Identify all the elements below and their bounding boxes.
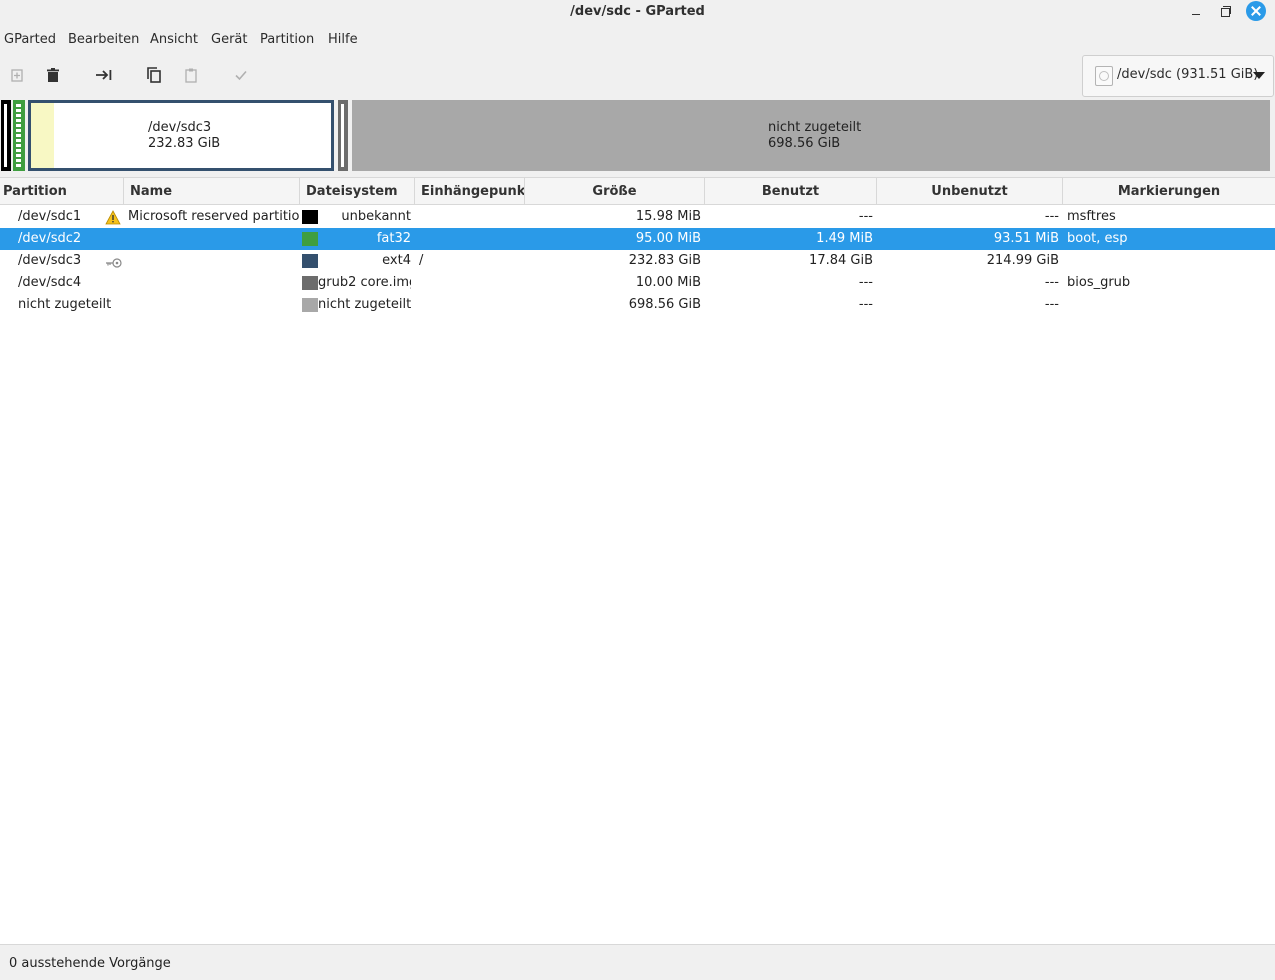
diskmap-segment-sdc1[interactable] [1,100,11,171]
status-bar: 0 ausstehende Vorgänge [0,944,1275,980]
mountpoint-cell [419,228,519,250]
column-partition[interactable]: Partition [0,178,124,205]
title-bar: /dev/sdc - GParted [0,0,1275,26]
filesystem-color-swatch [302,298,318,312]
name-cell [128,250,300,272]
used-space-fill [31,103,54,168]
diskmap-segment-sdc3[interactable]: /dev/sdc3 232.83 GiB [28,100,334,171]
table-header: Partition Name Dateisystem Einhängepunkt… [0,177,1275,205]
segment-size: 698.56 GiB [768,136,841,151]
flags-cell: bios_grub [1067,275,1131,290]
mountpoint-cell [419,206,519,228]
partition-cell: /dev/sdc2 [18,231,82,246]
column-flags[interactable]: Markierungen [1063,178,1275,205]
name-cell [128,294,300,316]
flags-cell: boot, esp [1067,231,1128,246]
column-size[interactable]: Größe [525,178,705,205]
harddisk-icon [1095,66,1113,86]
key-icon [105,255,123,268]
column-used[interactable]: Benutzt [705,178,877,205]
size-cell: 15.98 MiB [635,209,701,224]
partition-cell: /dev/sdc3 [18,253,82,268]
copy-icon[interactable] [142,63,166,87]
segment-name: nicht zugeteilt [768,120,862,135]
partition-cell: nicht zugeteilt [18,297,112,312]
segment-name: /dev/sdc3 [148,120,212,135]
table-row[interactable]: /dev/sdc4 grub2 core.img 10.00 MiB --- -… [0,272,1275,294]
segment-size: 232.83 GiB [148,136,221,151]
device-selector[interactable]: /dev/sdc (931.51 GiB) [1082,55,1274,97]
unused-cell: 214.99 GiB [986,253,1059,268]
partition-cell: /dev/sdc4 [18,275,82,290]
unused-cell: --- [1044,275,1059,290]
filesystem-cell: nicht zugeteilt [318,297,411,312]
filesystem-color-swatch [302,276,318,290]
menu-partition[interactable]: Partition [260,32,314,47]
pending-operations-status: 0 ausstehende Vorgänge [9,956,171,971]
column-mountpoint[interactable]: Einhängepunkt [415,178,525,205]
column-unused[interactable]: Unbenutzt [877,178,1063,205]
mountpoint-cell [419,294,519,316]
segment-label: /dev/sdc3 232.83 GiB [148,120,220,152]
diskmap-segment-sdc4[interactable] [338,100,348,171]
unused-cell: --- [1044,297,1059,312]
flags-cell [1067,250,1267,272]
filesystem-color-swatch [302,210,318,224]
menu-bearbeiten[interactable]: Bearbeiten [68,32,139,47]
apply-check-icon[interactable] [229,63,253,87]
window-title: /dev/sdc - GParted [570,4,705,19]
disk-map: /dev/sdc3 232.83 GiB nicht zugeteilt 698… [0,97,1275,177]
used-cell: --- [858,209,873,224]
segment-label: nicht zugeteilt 698.56 GiB [768,120,861,152]
maximize-icon[interactable] [1215,3,1235,23]
delete-icon[interactable] [41,63,65,87]
column-name[interactable]: Name [124,178,300,205]
unused-cell: 93.51 MiB [993,231,1059,246]
partition-cell: /dev/sdc1 [18,209,82,224]
resize-move-icon[interactable] [92,63,116,87]
chevron-down-icon [1253,72,1265,79]
filesystem-color-swatch [302,232,318,246]
warning-icon [105,210,121,225]
flags-cell: msftres [1067,209,1116,224]
diskmap-segment-sdc2[interactable] [13,100,25,171]
diskmap-segment-unallocated[interactable]: nicht zugeteilt 698.56 GiB [352,100,1270,171]
menu-gparted[interactable]: GParted [4,32,56,47]
mountpoint-cell: / [419,253,424,268]
filesystem-cell: ext4 [382,253,411,268]
filesystem-color-swatch [302,254,318,268]
paste-icon[interactable] [179,63,203,87]
filesystem-cell: fat32 [376,231,411,246]
size-cell: 698.56 GiB [628,297,701,312]
size-cell: 10.00 MiB [635,275,701,290]
partition-table: Partition Name Dateisystem Einhängepunkt… [0,177,1275,944]
used-cell: 1.49 MiB [816,231,873,246]
name-cell: Microsoft reserved partition [128,209,300,224]
size-cell: 95.00 MiB [635,231,701,246]
used-cell: --- [858,275,873,290]
table-row[interactable]: /dev/sdc3 ext4 / 232.83 GiB 17.84 GiB 21… [0,250,1275,272]
size-cell: 232.83 GiB [628,253,701,268]
flags-cell [1067,294,1267,316]
name-cell [128,272,300,294]
used-cell: 17.84 GiB [809,253,873,268]
menu-ansicht[interactable]: Ansicht [150,32,198,47]
filesystem-cell: unbekannt [341,209,411,224]
name-cell [128,228,300,250]
minimize-icon[interactable] [1186,3,1206,23]
table-row[interactable]: /dev/sdc2 fat32 95.00 MiB 1.49 MiB 93.51… [0,228,1275,250]
unused-cell: --- [1044,209,1059,224]
menu-hilfe[interactable]: Hilfe [328,32,358,47]
used-cell: --- [858,297,873,312]
close-icon[interactable] [1246,1,1266,21]
menu-geraet[interactable]: Gerät [211,32,247,47]
column-filesystem[interactable]: Dateisystem [300,178,415,205]
menu-bar: GParted Bearbeiten Ansicht Gerät Partiti… [0,26,1275,53]
filesystem-cell: grub2 core.img [318,275,411,290]
table-row[interactable]: /dev/sdc1 Microsoft reserved partition u… [0,206,1275,228]
new-partition-icon[interactable] [5,63,29,87]
device-label: /dev/sdc (931.51 GiB) [1117,67,1259,82]
mountpoint-cell [419,272,519,294]
table-row[interactable]: nicht zugeteilt nicht zugeteilt 698.56 G… [0,294,1275,316]
